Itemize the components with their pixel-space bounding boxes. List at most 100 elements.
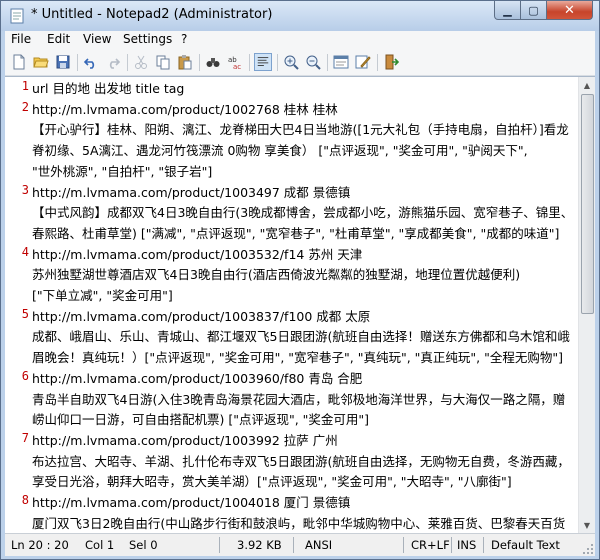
close-icon: ✕ [564,2,575,18]
line-number: 3 [21,183,29,197]
editor-line-text[interactable]: 厦门双飞3日2晚自由行(中山路步行街和鼓浪屿，毗邻中华城购物中心、莱雅百货、巴黎… [32,513,565,532]
editor-line-text[interactable]: 青岛半自助双飞4日游(入住3晚青岛海景花园大酒店，毗邻极地海洋世界，与大海仅一路… [32,389,565,408]
status-separator [219,537,220,553]
close-button[interactable]: ✕ [547,1,593,20]
scroll-down-arrow[interactable]: ▼ [579,517,595,533]
editor-line-text[interactable]: http://m.lvmama.com/product/1002768 桂林 桂… [32,99,338,118]
status-separator [483,537,484,553]
zoom-in-button[interactable] [282,53,300,71]
status-mode[interactable]: INS [457,538,476,552]
zoom-in-icon [284,55,299,70]
replace-button[interactable]: ab ac [226,53,244,71]
paste-button[interactable] [176,53,194,71]
cut-icon [135,55,147,69]
line-number: 7 [21,431,29,445]
open-folder-icon [33,57,49,68]
editor-line-text[interactable]: 成都、峨眉山、乐山、青城山、都江堰双飞5日跟团游(航班自由选择！赠送东方佛都和乌… [32,326,570,345]
editor-line-text[interactable]: 苏州独墅湖世尊酒店双飞4日3晚自由行(酒店西倚波光粼粼的独墅湖，地理位置优越便利… [32,264,520,283]
status-separator [451,537,452,553]
vertical-scrollbar[interactable]: ▲ ▼ [578,77,595,533]
open-button[interactable] [32,53,50,71]
view-scheme-button[interactable] [332,53,350,71]
window-title: * Untitled - Notepad2 (Administrator) [31,7,273,22]
new-file-icon [13,54,25,70]
menu-view[interactable]: View [83,32,111,46]
cut-button[interactable] [132,53,150,71]
editor-line-text[interactable]: http://m.lvmama.com/product/1003992 拉萨 广… [32,430,338,449]
editor-line-text[interactable]: http://m.lvmama.com/product/1003532/f14 … [32,244,362,263]
title-bar[interactable]: * Untitled - Notepad2 (Administrator) ▁ … [1,1,599,31]
editor-line-text[interactable]: url 目的地 出发地 title tag [32,78,184,97]
scroll-up-arrow[interactable]: ▲ [579,77,595,93]
menu-edit[interactable]: Edit [47,32,70,46]
status-separator [293,537,294,553]
editor-line-text[interactable]: http://m.lvmama.com/product/1003960/f80 … [32,368,362,387]
editor-line-text[interactable]: 【中式风韵】成都双飞4日3晚自由行(3晚成都博舍，尝成都小吃，游熊猫乐园、宽窄巷… [32,202,573,221]
status-position: Ln 20 : 20 [11,538,69,552]
minimize-button[interactable]: ▁ [494,1,521,20]
notepad-app-icon[interactable] [9,8,25,24]
status-separator [403,537,404,553]
toolbar: ab ac [5,50,595,76]
copy-button[interactable] [154,53,172,71]
save-button[interactable] [54,53,72,71]
view-scheme-icon [333,55,349,69]
maximize-button[interactable]: ▢ [521,1,547,20]
status-sel: Sel 0 [129,538,158,552]
toolbar-separator [277,54,278,71]
zoom-out-icon [306,55,321,70]
status-encoding[interactable]: ANSI [305,538,332,552]
chevron-down-icon: ▼ [583,520,591,530]
notepad2-window: * Untitled - Notepad2 (Administrator) ▁ … [0,0,600,560]
editor-line-text[interactable]: 脊初缘、5A漓江、遇龙河竹筏漂流 0购物 享美食） ["点评返现", "奖金可用… [32,140,528,159]
editor-line-text[interactable]: http://m.lvmama.com/product/1003837/f100… [32,306,370,325]
customize-schemes-icon [355,55,371,69]
svg-text:ac: ac [233,63,241,70]
toolbar-separator [377,54,378,71]
menu-bar: File Edit View Settings ? [5,31,595,50]
toolbar-separator [199,54,200,71]
editor-line-text[interactable]: http://m.lvmama.com/product/1003497 成都 景… [32,182,350,201]
scroll-thumb[interactable] [581,94,594,314]
status-eol[interactable]: CR+LF [411,538,450,552]
paste-icon [178,55,192,70]
menu-file[interactable]: File [11,32,31,46]
editor-line-text[interactable]: 【开心驴行】桂林、阳朔、漓江、龙脊梯田大巴4日当地游([1元大礼包（手持电扇，自… [32,119,569,138]
exit-button[interactable] [382,53,400,71]
chevron-up-icon: ▲ [583,80,591,90]
editor-line-text[interactable]: "世外桃源", "自拍杆", "银子岩"] [32,161,212,180]
editor-line-text[interactable]: 眉晚会！真纯玩！）["点评返现", "奖金可用", "宽窄巷子", "真纯玩",… [32,347,563,366]
status-size: 3.92 KB [237,538,282,552]
editor-area[interactable]: 1 url 目的地 出发地 title tag 2 http://m.lvmama.c… [5,76,595,533]
status-scheme[interactable]: Default Text [491,538,560,552]
editor-line-text[interactable]: ["下单立减", "奖金可用"] [32,285,173,304]
editor-line-text[interactable]: 春熙路、杜甫草堂) ["满减", "点评返现", "宽窄巷子", "杜甫草堂",… [32,223,559,242]
line-number: 1 [21,79,29,93]
toolbar-separator [77,54,78,71]
undo-icon [83,58,95,69]
toolbar-separator [249,54,250,71]
status-col: Col 1 [85,538,115,552]
editor-line-text[interactable]: 享受日光浴，朝拜大昭寺，赏大美羊湖）["点评返现", "奖金可用", "大昭寺"… [32,471,512,490]
editor-line-text[interactable]: 布达拉宫、大昭寺、羊湖、扎什伦布寺双飞5日跟团游(航班自由选择，无购物无自费，冬… [32,451,570,470]
line-number: 4 [21,245,29,259]
find-icon [206,58,220,67]
exit-icon [385,54,399,70]
editor-line-text[interactable]: http://m.lvmama.com/product/1004018 厦门 景… [32,492,350,511]
find-button[interactable] [204,53,222,71]
zoom-out-button[interactable] [304,53,322,71]
editor-line-text[interactable]: 崂山仰口一日游，可自由搭配机票) ["点评返现", "奖金可用"] [32,409,369,428]
maximize-icon: ▢ [528,3,539,17]
new-file-button[interactable] [10,53,28,71]
menu-help[interactable]: ? [181,32,187,46]
undo-button[interactable] [82,53,100,71]
line-number: 6 [21,369,29,383]
toolbar-separator [327,54,328,71]
resize-grip-icon[interactable] [582,543,594,555]
redo-button[interactable] [104,53,122,71]
redo-icon [109,58,121,69]
menu-settings[interactable]: Settings [123,32,172,46]
word-wrap-button[interactable] [254,53,272,71]
customize-schemes-button[interactable] [354,53,372,71]
save-icon [56,55,70,69]
